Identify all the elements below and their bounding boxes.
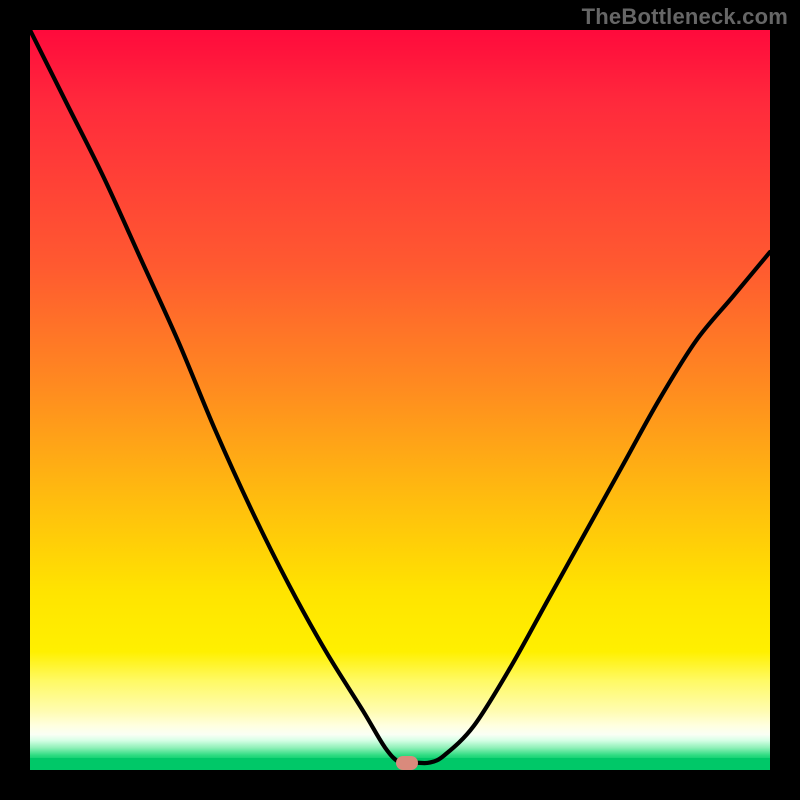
optimal-marker bbox=[396, 756, 418, 770]
bottleneck-curve bbox=[30, 30, 770, 764]
plot-area bbox=[30, 30, 770, 770]
chart-frame: TheBottleneck.com bbox=[0, 0, 800, 800]
watermark-text: TheBottleneck.com bbox=[582, 4, 788, 30]
curve-svg bbox=[30, 30, 770, 770]
